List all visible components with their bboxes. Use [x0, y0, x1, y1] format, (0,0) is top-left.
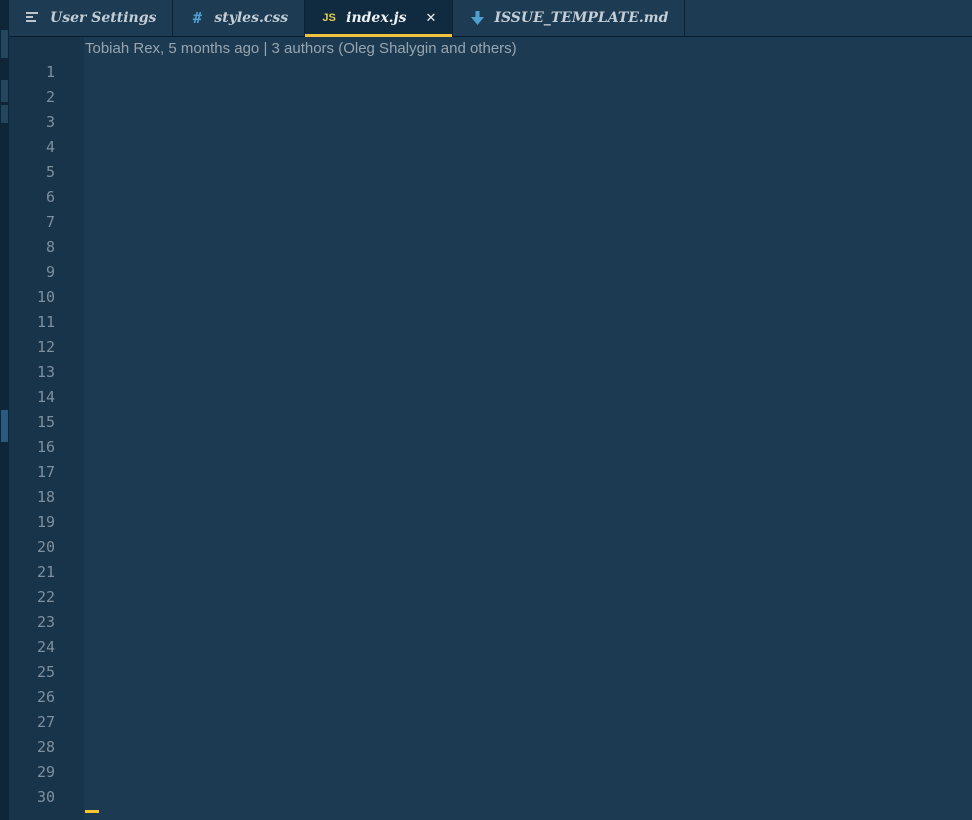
line-number: 8 — [9, 235, 55, 260]
code-line-1[interactable]: 1 — [9, 60, 972, 85]
code-area: 1234567891011121314151617181920212223242… — [9, 60, 972, 810]
markdown-arrow-icon — [469, 10, 485, 26]
code-line-11[interactable]: 11 — [9, 310, 972, 335]
code-line-9[interactable]: 9 — [9, 260, 972, 285]
line-number: 29 — [9, 760, 55, 785]
code-line-18[interactable]: 18 — [9, 485, 972, 510]
tab-user-settings[interactable]: User Settings — [9, 0, 173, 36]
line-number: 27 — [9, 710, 55, 735]
code-line-24[interactable]: 24 — [9, 635, 972, 660]
tab-label: styles.css — [214, 10, 288, 26]
tab-index-js[interactable]: JS index.js ✕ — [305, 0, 453, 36]
code-line-5[interactable]: 5 — [9, 160, 972, 185]
code-line-20[interactable]: 20 — [9, 535, 972, 560]
code-line-13[interactable]: 13 — [9, 360, 972, 385]
line-number: 14 — [9, 385, 55, 410]
line-number: 17 — [9, 460, 55, 485]
code-line-15[interactable]: 15 — [9, 410, 972, 435]
code-line-7[interactable]: 7 — [9, 210, 972, 235]
overview-strip — [0, 0, 9, 820]
code-line-2[interactable]: 2 — [9, 85, 972, 110]
code-line-26[interactable]: 26 — [9, 685, 972, 710]
tab-label: ISSUE_TEMPLATE.md — [494, 10, 668, 26]
code-line-10[interactable]: 10 — [9, 285, 972, 310]
line-number: 7 — [9, 210, 55, 235]
overview-mark — [1, 410, 8, 442]
code-line-6[interactable]: 6 — [9, 185, 972, 210]
code-line-27[interactable]: 27 — [9, 710, 972, 735]
code-line-19[interactable]: 19 — [9, 510, 972, 535]
line-number: 9 — [9, 260, 55, 285]
tab-issue-template-md[interactable]: ISSUE_TEMPLATE.md — [453, 0, 685, 36]
tab-bar: User Settings # styles.css JS index.js ✕ ISSUE… — [9, 0, 972, 37]
line-number: 13 — [9, 360, 55, 385]
css-hash-icon: # — [189, 10, 205, 26]
line-number: 1 — [9, 60, 55, 85]
code-line-30[interactable]: 30 — [9, 785, 972, 810]
line-number: 15 — [9, 410, 55, 435]
overview-mark — [1, 105, 8, 123]
overview-mark — [1, 30, 8, 58]
line-number: 19 — [9, 510, 55, 535]
code-line-16[interactable]: 16 — [9, 435, 972, 460]
line-number: 10 — [9, 285, 55, 310]
code-line-25[interactable]: 25 — [9, 660, 972, 685]
line-number: 18 — [9, 485, 55, 510]
line-number: 26 — [9, 685, 55, 710]
tab-styles-css[interactable]: # styles.css — [173, 0, 305, 36]
overview-mark — [1, 80, 8, 102]
settings-list-icon — [25, 10, 41, 26]
line-number: 16 — [9, 435, 55, 460]
line-number: 11 — [9, 310, 55, 335]
line-number: 3 — [9, 110, 55, 135]
line-number: 6 — [9, 185, 55, 210]
code-line-14[interactable]: 14 — [9, 385, 972, 410]
line-number: 28 — [9, 735, 55, 760]
line-number: 22 — [9, 585, 55, 610]
line-number: 12 — [9, 335, 55, 360]
line-number: 2 — [9, 85, 55, 110]
line-number: 24 — [9, 635, 55, 660]
tab-label: index.js — [346, 10, 406, 26]
code-line-22[interactable]: 22 — [9, 585, 972, 610]
code-line-23[interactable]: 23 — [9, 610, 972, 635]
line-number: 20 — [9, 535, 55, 560]
code-line-12[interactable]: 12 — [9, 335, 972, 360]
code-line-3[interactable]: 3 — [9, 110, 972, 135]
code-line-29[interactable]: 29 — [9, 760, 972, 785]
line-number: 21 — [9, 560, 55, 585]
code-line-28[interactable]: 28 — [9, 735, 972, 760]
codelens-blame-text[interactable]: Tobiah Rex, 5 months ago | 3 authors (Ol… — [85, 40, 517, 57]
code-line-21[interactable]: 21 — [9, 560, 972, 585]
line-number: 25 — [9, 660, 55, 685]
line-number: 4 — [9, 135, 55, 160]
line-number: 30 — [9, 785, 55, 810]
text-cursor — [85, 810, 99, 813]
line-number: 5 — [9, 160, 55, 185]
js-icon: JS — [321, 10, 337, 26]
close-icon[interactable]: ✕ — [426, 11, 437, 26]
tab-label: User Settings — [50, 10, 156, 26]
line-number: 23 — [9, 610, 55, 635]
code-line-17[interactable]: 17 — [9, 460, 972, 485]
editor-pane[interactable]: Tobiah Rex, 5 months ago | 3 authors (Ol… — [9, 37, 972, 820]
code-line-8[interactable]: 8 — [9, 235, 972, 260]
codelens-blame[interactable]: Tobiah Rex, 5 months ago | 3 authors (Ol… — [9, 37, 972, 60]
code-line-4[interactable]: 4 — [9, 135, 972, 160]
